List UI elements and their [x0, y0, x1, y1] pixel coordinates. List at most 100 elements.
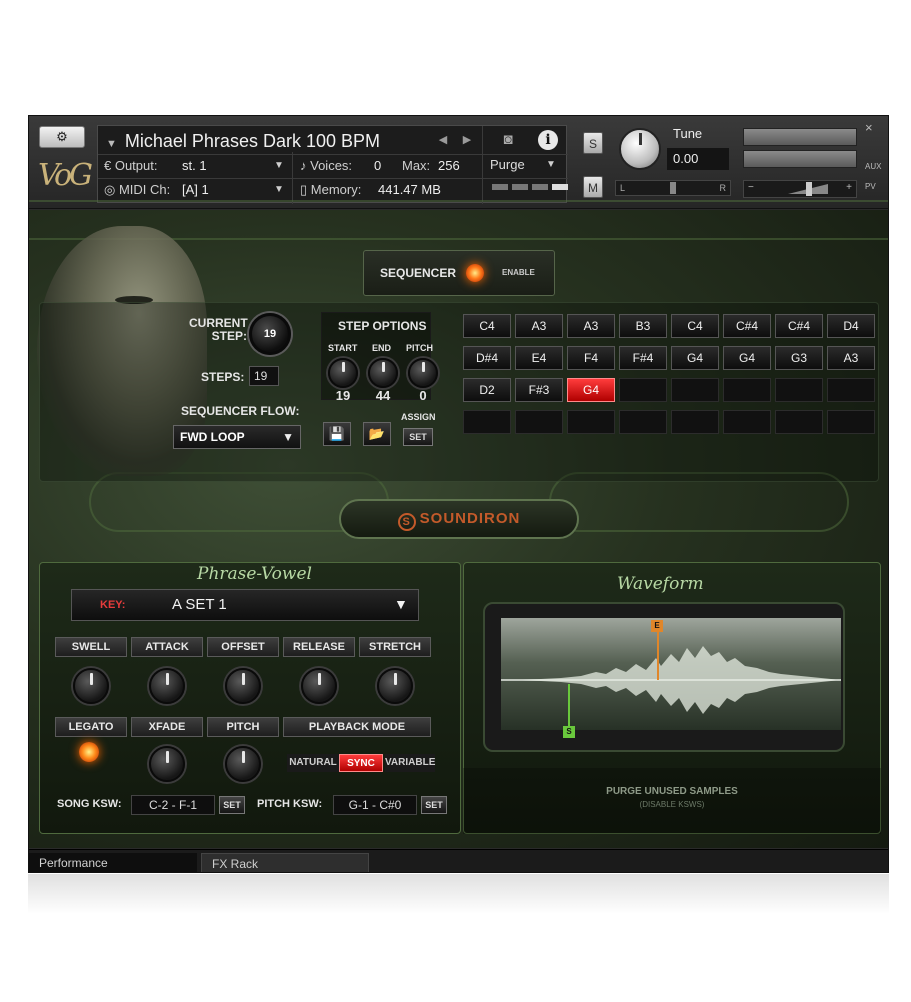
tab-performance[interactable]: Performance	[29, 853, 197, 872]
waveform-display[interactable]	[501, 618, 841, 730]
folder-icon[interactable]: 📂	[363, 422, 391, 446]
pitch-knob[interactable]	[408, 358, 438, 388]
dropdown-arrow-icon[interactable]: ▼	[546, 154, 556, 176]
dropdown-arrow-icon[interactable]: ▼	[274, 155, 284, 177]
sequencer-step-30[interactable]	[723, 410, 771, 434]
steps-field[interactable]: 19	[249, 366, 279, 386]
pan-slider[interactable]: L R	[615, 180, 731, 196]
assign-set-button[interactable]: SET	[403, 428, 433, 446]
aux-button[interactable]: AUX	[865, 162, 881, 171]
sequencer-step-15[interactable]: G3	[775, 346, 823, 370]
sequencer-flow-value: FWD LOOP	[180, 430, 245, 444]
window-reflection	[28, 874, 889, 914]
attack-knob[interactable]	[149, 668, 185, 704]
sequencer-step-16[interactable]: A3	[827, 346, 875, 370]
sequencer-flow-dropdown[interactable]: FWD LOOP ▼	[173, 425, 301, 449]
sequencer-step-24[interactable]	[827, 378, 875, 402]
tune-value[interactable]: 0.00	[667, 148, 729, 170]
tune-label: Tune	[673, 126, 703, 141]
mode-sync-button[interactable]: SYNC	[339, 754, 383, 772]
purge-meter-segment	[492, 184, 508, 190]
volume-handle[interactable]	[806, 182, 812, 196]
purge-unused-samples-button[interactable]: PURGE UNUSED SAMPLES (DISABLE KSWS)	[463, 768, 881, 834]
sequencer-step-1[interactable]: C4	[463, 314, 511, 338]
pitch-ksw-value[interactable]: G-1 - C#0	[333, 795, 417, 815]
max-voices-value[interactable]: 256	[438, 155, 460, 177]
sequencer-step-32[interactable]	[827, 410, 875, 434]
sequencer-step-2[interactable]: A3	[515, 314, 563, 338]
sequencer-step-12[interactable]: F#4	[619, 346, 667, 370]
mode-natural-button[interactable]: NATURAL	[287, 754, 339, 772]
purge-meter-segment	[552, 184, 568, 190]
sequencer-step-14[interactable]: G4	[723, 346, 771, 370]
sequencer-step-13[interactable]: G4	[671, 346, 719, 370]
song-ksw-set-button[interactable]: SET	[219, 796, 245, 814]
sequencer-step-18[interactable]: F#3	[515, 378, 563, 402]
mode-variable-button[interactable]: VARIABLE	[385, 754, 435, 772]
solo-button[interactable]: S	[583, 132, 603, 154]
tune-knob[interactable]	[619, 128, 661, 170]
sequencer-enable-led[interactable]	[466, 264, 484, 282]
end-marker-handle[interactable]: E	[651, 620, 663, 632]
song-ksw-value[interactable]: C-2 - F-1	[131, 795, 215, 815]
sequencer-step-22[interactable]	[723, 378, 771, 402]
sequencer-step-4[interactable]: B3	[619, 314, 667, 338]
sequencer-step-3[interactable]: A3	[567, 314, 615, 338]
mute-button[interactable]: M	[583, 176, 603, 198]
volume-slider[interactable]: − +	[743, 180, 857, 198]
sequencer-step-19[interactable]: G4	[567, 378, 615, 402]
sequencer-step-17[interactable]: D2	[463, 378, 511, 402]
pitch-value: 0	[419, 388, 427, 403]
sequencer-step-29[interactable]	[671, 410, 719, 434]
save-icon[interactable]: 💾	[323, 422, 351, 446]
close-icon[interactable]: ×	[865, 120, 873, 135]
sequencer-step-26[interactable]	[515, 410, 563, 434]
sequencer-step-8[interactable]: D4	[827, 314, 875, 338]
current-step-knob[interactable]: 19	[249, 313, 291, 355]
pitch-ksw-set-button[interactable]: SET	[421, 796, 447, 814]
sequencer-step-10[interactable]: E4	[515, 346, 563, 370]
key-dropdown[interactable]: KEY: A SET 1 ▼	[71, 589, 419, 621]
info-icon[interactable]: i	[538, 130, 558, 150]
purge-menu[interactable]: Purge	[490, 154, 525, 176]
end-knob[interactable]	[368, 358, 398, 388]
release-knob[interactable]	[301, 668, 337, 704]
pv-button[interactable]: PV	[865, 182, 876, 191]
start-knob[interactable]	[328, 358, 358, 388]
sequencer-step-27[interactable]	[567, 410, 615, 434]
start-label: START	[328, 343, 358, 353]
waveform-shape	[501, 646, 841, 714]
sequencer-step-20[interactable]	[619, 378, 667, 402]
prev-instrument-icon[interactable]: ◀	[436, 131, 450, 149]
legato-label: LEGATO	[55, 717, 127, 737]
legato-led[interactable]	[79, 742, 99, 762]
stretch-knob[interactable]	[377, 668, 413, 704]
tab-fx-rack[interactable]: FX Rack	[201, 853, 369, 872]
sequencer-step-23[interactable]	[775, 378, 823, 402]
swell-knob[interactable]	[73, 668, 109, 704]
sequencer-step-31[interactable]	[775, 410, 823, 434]
sequencer-step-25[interactable]	[463, 410, 511, 434]
xfade-knob[interactable]	[149, 746, 185, 782]
start-marker-handle[interactable]: S	[563, 726, 575, 738]
output-value[interactable]: st. 1	[182, 155, 207, 177]
offset-knob[interactable]	[225, 668, 261, 704]
sequencer-step-5[interactable]: C4	[671, 314, 719, 338]
dropdown-arrow-icon[interactable]: ▼	[274, 179, 284, 201]
pitch-knob[interactable]	[225, 746, 261, 782]
camera-icon[interactable]: ◙	[496, 129, 520, 151]
start-marker-line[interactable]	[568, 684, 570, 728]
sequencer-step-28[interactable]	[619, 410, 667, 434]
sequencer-step-9[interactable]: D#4	[463, 346, 511, 370]
next-instrument-icon[interactable]: ▶	[460, 131, 474, 149]
wrench-icon[interactable]: ⚙	[39, 126, 85, 148]
sequencer-flow-label: SEQUENCER FLOW:	[181, 404, 300, 418]
sequencer-step-11[interactable]: F4	[567, 346, 615, 370]
sequencer-step-21[interactable]	[671, 378, 719, 402]
sequencer-step-7[interactable]: C#4	[775, 314, 823, 338]
key-label: KEY:	[100, 599, 126, 611]
sequencer-step-6[interactable]: C#4	[723, 314, 771, 338]
instrument-name[interactable]: ▼ Michael Phrases Dark 100 BPM	[106, 129, 406, 153]
pan-handle[interactable]	[670, 182, 676, 194]
midi-channel-value[interactable]: [A] 1	[182, 179, 209, 201]
